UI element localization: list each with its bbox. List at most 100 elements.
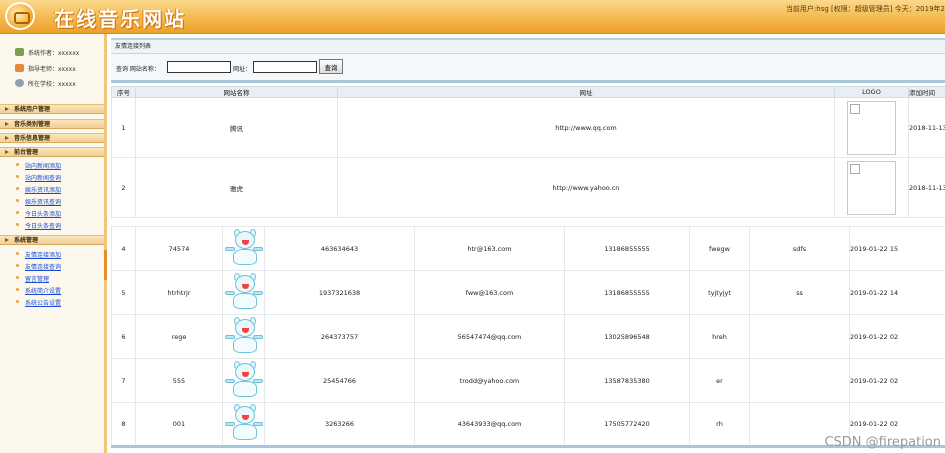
cell-name: 74574 (135, 226, 223, 271)
sidebar: 系统作者：xxxxxx 指导老师：xxxxx 所在学校：xxxxx 系统用户管理… (0, 34, 107, 453)
broken-image-icon (847, 160, 896, 215)
header-bar: 在线音乐网站 当前用户:hsg [权限：超级管理员] 今天：2019年2 (0, 0, 945, 34)
cell-index: 6 (111, 314, 136, 359)
menu-item-notice-settings[interactable]: 系统公告设置 (14, 298, 61, 307)
menu-item-messages[interactable]: 留言管理 (14, 274, 49, 283)
cell-name: htrhtrjr (135, 270, 223, 315)
cell-avatar (222, 358, 265, 403)
menu-item-headline-query[interactable]: 今日头条查询 (14, 221, 61, 230)
current-user-info: 当前用户:hsg [权限：超级管理员] 今天：2019年2 (785, 5, 945, 13)
table-row: 6 rege 264373757 56547474@qq.com 13025896548… (111, 314, 945, 359)
cell-index: 4 (111, 226, 136, 271)
cell-qq: 25454766 (264, 358, 415, 403)
table-row: 7 555 25454766 trodd@yahoo.com 13587835380 er… (111, 358, 945, 403)
broken-image-icon (847, 100, 896, 155)
cell-phone: 13186855555 (564, 270, 690, 315)
site-title: 在线音乐网站 (54, 7, 186, 31)
menu-item-link-add[interactable]: 友情连接添加 (14, 250, 61, 259)
cell-qq: 3263266 (264, 402, 415, 448)
table-row: 5 htrhtrjr 1937321638 fww@163.com 1318685555… (111, 270, 945, 315)
cell-qq: 463634643 (264, 226, 415, 271)
url-input[interactable] (253, 61, 317, 73)
cell-title: er (689, 358, 750, 403)
menu-item-link-query[interactable]: 友情连接查询 (14, 262, 61, 271)
cell-logo (834, 97, 909, 158)
cell-email: htr@163.com (414, 226, 565, 271)
author-info: 系统作者：xxxxxx (15, 48, 79, 57)
cell-phone: 13587835380 (564, 358, 690, 403)
search-url-label: 网址： (233, 66, 252, 73)
menu-frontend[interactable]: 前台管理 (0, 147, 104, 157)
cartoon-avatar-icon (224, 404, 263, 444)
cell-added-time: 2018-11-13 19 (908, 97, 945, 158)
col-header-url: 网址 (337, 86, 835, 98)
cell-avatar (222, 226, 265, 271)
cell-qq: 1937321638 (264, 270, 415, 315)
cell-name: 555 (135, 358, 223, 403)
watermark: CSDN @firepation (824, 435, 941, 450)
col-header-index: 序号 (111, 86, 136, 98)
cell-time: 2019-01-22 14 (849, 270, 945, 315)
col-header-site-name: 网站名称 (135, 86, 338, 98)
menu-music-info[interactable]: 音乐信息管理 (0, 133, 104, 143)
links-table: 序号 网站名称 网址 LOGO 添加时间 1 腾讯 http://www.qq.… (111, 86, 945, 218)
cell-title: hreh (689, 314, 750, 359)
col-header-logo: LOGO (834, 86, 909, 98)
site-logo-icon (5, 2, 35, 30)
cell-phone: 13025896548 (564, 314, 690, 359)
cell-site-name: 腾讯 (135, 97, 338, 158)
cell-url: http://www.yahoo.cn (337, 157, 835, 218)
school-info: 所在学校：xxxxx (15, 79, 76, 88)
cell-added-time: 2018-11-13 19 (908, 157, 945, 218)
menu-system-users[interactable]: 系统用户管理 (0, 104, 104, 114)
menu-item-headline-add[interactable]: 今日头条添加 (14, 209, 61, 218)
cell-logo (834, 157, 909, 218)
cell-index: 8 (111, 402, 136, 448)
col-header-added-time: 添加时间 (908, 86, 945, 98)
cell-email: trodd@yahoo.com (414, 358, 565, 403)
cell-index: 1 (111, 97, 136, 158)
search-bar: 查询 网站名称： 网址： 查询 (111, 54, 945, 83)
cell-name: rege (135, 314, 223, 359)
cartoon-avatar-icon (224, 360, 263, 401)
cell-time: 2019-01-22 02 (849, 358, 945, 403)
cell-title: rh (689, 402, 750, 448)
cell-email: 56547474@qq.com (414, 314, 565, 359)
search-button[interactable]: 查询 (319, 59, 343, 74)
menu-item-intro-settings[interactable]: 系统简介设置 (14, 286, 61, 295)
author-icon (15, 48, 24, 56)
cell-url: http://www.qq.com (337, 97, 835, 158)
teacher-icon (15, 64, 24, 72)
cell-avatar (222, 270, 265, 315)
table-row: 4 74574 463634643 htr@163.com 13186855555 fwe… (111, 226, 945, 271)
messages-table: 4 74574 463634643 htr@163.com 13186855555 fwe… (111, 226, 945, 448)
sidebar-splitter[interactable] (104, 250, 107, 280)
menu-item-news-add[interactable]: 站内新闻添加 (14, 161, 61, 170)
menu-music-categories[interactable]: 音乐类别管理 (0, 119, 104, 129)
cartoon-avatar-icon (224, 228, 263, 269)
cell-time: 2019-01-22 15 (849, 226, 945, 271)
cell-content (749, 314, 850, 359)
table-row: 8 001 3263266 43643933@qq.com 17505772420 rh 2… (111, 402, 945, 448)
menu-item-news-query[interactable]: 站内新闻查询 (14, 173, 61, 182)
table-header-row: 序号 网站名称 网址 LOGO 添加时间 (111, 86, 945, 98)
cell-avatar (222, 314, 265, 359)
site-name-input[interactable] (167, 61, 231, 73)
cell-site-name: 雅虎 (135, 157, 338, 218)
cell-phone: 13186855555 (564, 226, 690, 271)
menu-item-ent-add[interactable]: 娱乐资讯添加 (14, 185, 61, 194)
cell-index: 2 (111, 157, 136, 218)
panel-title: 友情连接列表 (111, 38, 945, 54)
menu-item-ent-query[interactable]: 娱乐资讯查询 (14, 197, 61, 206)
cartoon-avatar-icon (224, 316, 263, 357)
cell-index: 7 (111, 358, 136, 403)
cartoon-avatar-icon (224, 272, 263, 313)
main-content: 友情连接列表 查询 网站名称： 网址： 查询 序号 网站名称 网址 LOGO 添… (111, 38, 945, 453)
menu-system[interactable]: 系统管理 (0, 235, 104, 245)
table-row: 1 腾讯 http://www.qq.com 2018-11-13 19 (111, 97, 945, 158)
cell-title: fwegw (689, 226, 750, 271)
cell-email: fww@163.com (414, 270, 565, 315)
search-site-name-label: 查询 网站名称： (116, 66, 160, 73)
cell-content (749, 358, 850, 403)
table-row: 2 雅虎 http://www.yahoo.cn 2018-11-13 19 (111, 157, 945, 218)
